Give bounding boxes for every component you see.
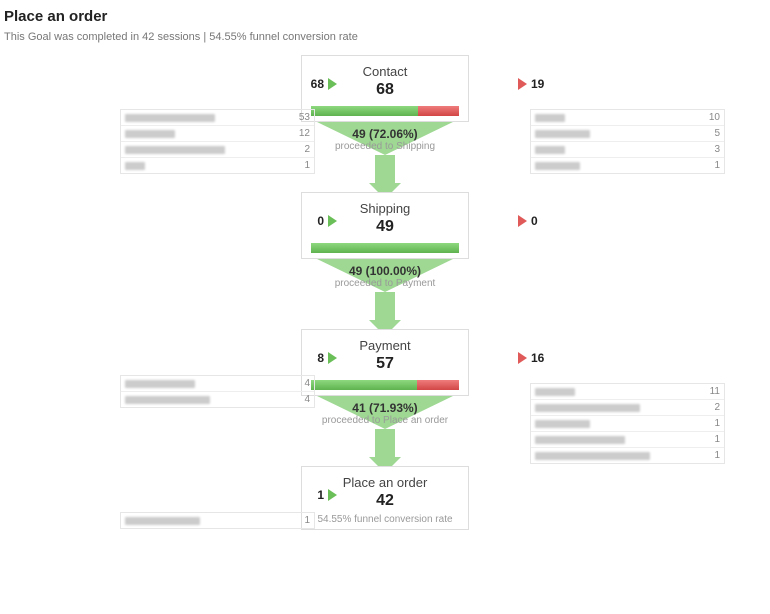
arrow-right-green-icon xyxy=(328,489,337,501)
table-row: 10 xyxy=(531,110,724,126)
proceed-label: 41 (71.93%) proceeded to Place an order xyxy=(322,401,448,426)
stage-entries-count: 68 xyxy=(300,77,324,91)
table-row: 3 xyxy=(531,142,724,158)
arrow-right-green-icon xyxy=(328,215,337,227)
row-value: 1 xyxy=(714,418,720,429)
row-value: 2 xyxy=(714,402,720,413)
redacted-label xyxy=(535,420,590,428)
funnel-stage: 8 Payment 57 1644112111 xyxy=(0,329,770,396)
table-row: 11 xyxy=(531,384,724,400)
stage-conversion-bar xyxy=(310,105,460,117)
proceed-count: 41 (71.93%) xyxy=(322,401,448,415)
bar-proceeded-segment xyxy=(311,106,418,116)
arrow-right-green-icon xyxy=(328,78,337,90)
redacted-label xyxy=(125,517,200,525)
row-value: 2 xyxy=(304,144,310,155)
proceed-subtitle: proceeded to Place an order xyxy=(322,415,448,426)
bar-proceeded-segment xyxy=(311,243,459,253)
page-subtitle: This Goal was completed in 42 sessions |… xyxy=(4,31,766,43)
bar-exited-segment xyxy=(417,380,459,390)
redacted-label xyxy=(125,396,210,404)
entries-sources-table: 53 12 2 1 xyxy=(120,109,315,174)
row-value: 1 xyxy=(714,434,720,445)
stage-exits-count: 19 xyxy=(531,77,555,91)
row-value: 10 xyxy=(709,112,720,123)
proceed-label: 49 (100.00%) proceeded to Payment xyxy=(335,264,436,289)
proceed-count: 49 (72.06%) xyxy=(335,127,435,141)
funnel-stage: 0 Shipping 49 0 xyxy=(0,192,770,259)
row-value: 53 xyxy=(299,112,310,123)
redacted-label xyxy=(535,146,565,154)
stage-final-subtitle: 54.55% funnel conversion rate xyxy=(308,514,462,525)
table-row: 12 xyxy=(121,126,314,142)
redacted-label xyxy=(125,380,195,388)
redacted-label xyxy=(125,146,225,154)
redacted-label xyxy=(535,130,590,138)
table-row: 2 xyxy=(531,400,724,416)
bar-proceeded-segment xyxy=(311,380,417,390)
proceed-label: 49 (72.06%) proceeded to Shipping xyxy=(335,127,435,152)
arrow-right-red-icon xyxy=(518,215,527,227)
redacted-label xyxy=(535,436,625,444)
row-value: 3 xyxy=(714,144,720,155)
table-row: 5 xyxy=(531,126,724,142)
stage-entries-count: 8 xyxy=(300,351,324,365)
redacted-label xyxy=(535,452,650,460)
bar-exited-segment xyxy=(418,106,459,116)
stage-conversion-bar xyxy=(310,379,460,391)
table-row: 1 xyxy=(531,416,724,432)
row-value: 5 xyxy=(714,128,720,139)
table-row: 1 xyxy=(531,432,724,448)
page-title: Place an order xyxy=(4,8,766,25)
funnel-chart: 68 Contact 68 1953122110531 49 (72.06%) … xyxy=(0,55,770,530)
exits-destinations-table: 10 5 3 1 xyxy=(530,109,725,174)
redacted-label xyxy=(125,130,175,138)
stage-conversion-bar xyxy=(310,242,460,254)
arrow-right-red-icon xyxy=(518,78,527,90)
row-value: 1 xyxy=(304,515,310,526)
table-row: 2 xyxy=(121,142,314,158)
table-row: 1 xyxy=(531,448,724,463)
stage-entries-count: 0 xyxy=(300,214,324,228)
stage-entries-count: 1 xyxy=(300,488,324,502)
proceed-count: 49 (100.00%) xyxy=(335,264,436,278)
table-row: 1 xyxy=(531,158,724,173)
row-value: 1 xyxy=(714,160,720,171)
table-row: 1 xyxy=(121,513,314,528)
stage-exits-count: 16 xyxy=(531,351,555,365)
redacted-label xyxy=(535,388,575,396)
redacted-label xyxy=(535,162,580,170)
row-value: 4 xyxy=(304,394,310,405)
redacted-label xyxy=(535,114,565,122)
arrow-right-red-icon xyxy=(518,352,527,364)
row-value: 1 xyxy=(304,160,310,171)
arrow-right-green-icon xyxy=(328,352,337,364)
row-value: 12 xyxy=(299,128,310,139)
row-value: 1 xyxy=(714,450,720,461)
table-row: 4 xyxy=(121,392,314,407)
row-value: 4 xyxy=(304,378,310,389)
table-row: 4 xyxy=(121,376,314,392)
funnel-stage: 1 Place an order 4254.55% funnel convers… xyxy=(0,466,770,530)
redacted-label xyxy=(125,114,215,122)
redacted-label xyxy=(535,404,640,412)
row-value: 11 xyxy=(710,386,720,397)
proceed-subtitle: proceeded to Payment xyxy=(335,278,436,289)
redacted-label xyxy=(125,162,145,170)
proceed-subtitle: proceeded to Shipping xyxy=(335,141,435,152)
table-row: 53 xyxy=(121,110,314,126)
table-row: 1 xyxy=(121,158,314,173)
entries-sources-table: 1 xyxy=(120,512,315,529)
entries-sources-table: 44 xyxy=(120,375,315,408)
funnel-stage: 68 Contact 68 1953122110531 xyxy=(0,55,770,122)
exits-destinations-table: 112111 xyxy=(530,383,725,464)
stage-exits-count: 0 xyxy=(531,214,555,228)
